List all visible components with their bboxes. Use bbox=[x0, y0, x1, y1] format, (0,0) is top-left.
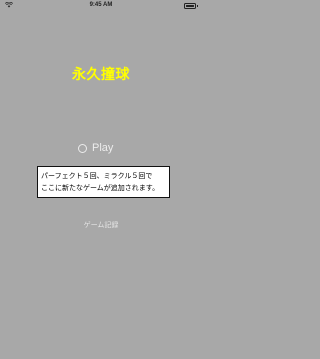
unlock-notice: パーフェクト５回、ミラクル５回で ここに新たなゲームが追加されます。 bbox=[37, 166, 170, 198]
app-screen: 9:45 AM 永久撞球 Play パーフェクト５回、ミラクル５回で ここに新た… bbox=[0, 0, 202, 359]
app-title: 永久撞球 bbox=[72, 67, 130, 83]
status-time: 9:45 AM bbox=[89, 2, 113, 8]
play-button-label: Play bbox=[92, 142, 114, 154]
game-records-button[interactable]: ゲーム記録 bbox=[0, 220, 202, 230]
battery-icon bbox=[184, 3, 198, 9]
status-bar: 9:45 AM bbox=[0, 0, 202, 12]
play-button[interactable]: Play bbox=[78, 142, 113, 154]
play-circle-icon bbox=[78, 143, 87, 153]
notice-line-1: パーフェクト５回、ミラクル５回で bbox=[41, 172, 153, 180]
notice-line-2: ここに新たなゲームが追加されます。 bbox=[41, 184, 160, 192]
